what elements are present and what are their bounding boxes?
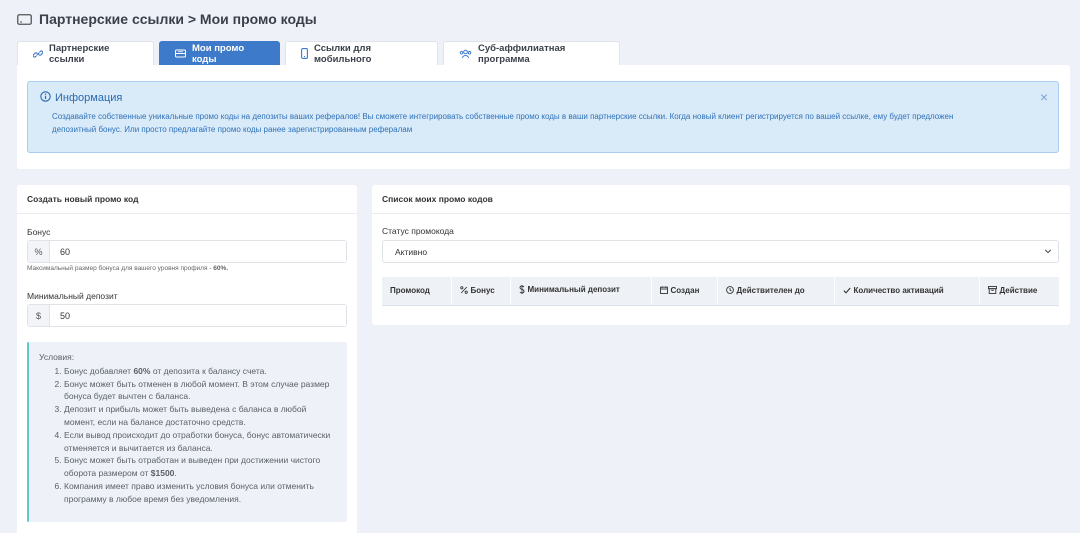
conditions-box: Условия: Бонус добавляет 60% от депозита… [27,342,347,522]
create-promo-header: Создать новый промо код [17,185,357,214]
bonus-hint-value: 60%. [213,265,229,272]
col-valid-until[interactable]: Действителен до [716,277,834,306]
percent-addon: % [28,241,50,262]
tab-label: Суб-аффилиатная программа [478,42,566,65]
tab-label: Мои промо коды [192,42,245,65]
bonus-input[interactable] [50,241,346,262]
alert-title-text: Информация [55,92,123,104]
col-bonus[interactable]: Бонус [450,277,510,306]
status-label: Статус промокода [382,226,454,236]
tab-bar: Партнерские ссылки Мои промо коды Ссылки… [17,41,620,65]
page-title: Партнерские ссылки > Мои промо коды [39,11,317,27]
condition-item: Бонус добавляет 60% от депозита к баланс… [64,365,337,378]
condition-item: Бонус может быть отменен в любой момент.… [64,378,337,404]
info-alert: Информация Создавайте собственные уникал… [27,81,1059,153]
col-created[interactable]: Создан [650,277,717,306]
alert-text: Создавайте собственные уникальные промо … [52,112,954,134]
bonus-input-group: % [27,240,347,263]
col-promo-code[interactable]: Промокод [382,277,451,306]
conditions-title: Условия: [39,352,75,362]
min-deposit-label: Минимальный депозит [27,291,118,301]
promo-list-header: Список моих промо кодов [372,185,1070,214]
dollar-addon: $ [28,305,50,326]
table-header-row: Промокод Бонус Минимальный депозит Созда… [382,277,1059,306]
chevron-down-icon [1044,247,1052,257]
link-icon [33,49,43,59]
tab-sub-affiliate[interactable]: Суб-аффилиатная программа [443,41,620,65]
bonus-label: Бонус [27,227,51,237]
condition-item: Бонус может быть отработан и выведен при… [64,454,337,480]
status-select-value: Активно [395,246,428,257]
alert-title: Информация [40,91,1046,105]
clock-icon [725,286,734,294]
check-icon [842,287,851,294]
page-header: Партнерские ссылки > Мои промо коды [17,9,317,29]
promo-table: Промокод Бонус Минимальный депозит Созда… [382,277,1059,306]
window-icon [17,13,32,25]
bonus-hint-text: Максимальный размер бонуса для вашего ур… [27,265,214,272]
condition-item: Компания имеет право изменить условия бо… [64,480,337,506]
col-min-deposit[interactable]: Минимальный депозит [509,277,651,306]
users-icon [459,49,472,59]
tab-partner-links[interactable]: Партнерские ссылки [17,41,154,65]
promo-list-card: Список моих промо кодов Статус промокода… [372,185,1070,325]
info-panel: Информация Создавайте собственные уникал… [17,65,1070,169]
ticket-icon [175,49,186,58]
percent-icon [459,286,468,294]
bonus-hint: Максимальный размер бонуса для вашего ур… [27,265,228,272]
create-promo-card: Создать новый промо код Бонус % Максимал… [17,185,357,533]
info-circle-icon [40,91,51,105]
tab-label: Партнерские ссылки [49,42,110,65]
col-activations[interactable]: Количество активаций [833,277,979,306]
tab-mobile-links[interactable]: Ссылки для мобильного [285,41,438,65]
min-deposit-input-group: $ [27,304,347,327]
condition-item: Депозит и прибыль может быть выведена с … [64,403,337,429]
archive-icon [987,286,997,294]
tab-label: Ссылки для мобильного [314,42,372,65]
calendar-icon [659,286,668,294]
tab-my-promo-codes[interactable]: Мои промо коды [159,41,280,65]
mobile-icon [301,48,308,59]
condition-item: Если вывод происходит до отработки бонус… [64,429,337,455]
dollar-icon [519,285,525,295]
min-deposit-input[interactable] [50,305,346,326]
status-select[interactable]: Активно [382,240,1059,263]
close-icon[interactable]: × [1040,89,1048,105]
conditions-list: Бонус добавляет 60% от депозита к баланс… [39,365,337,506]
col-action[interactable]: Действие [978,277,1059,306]
